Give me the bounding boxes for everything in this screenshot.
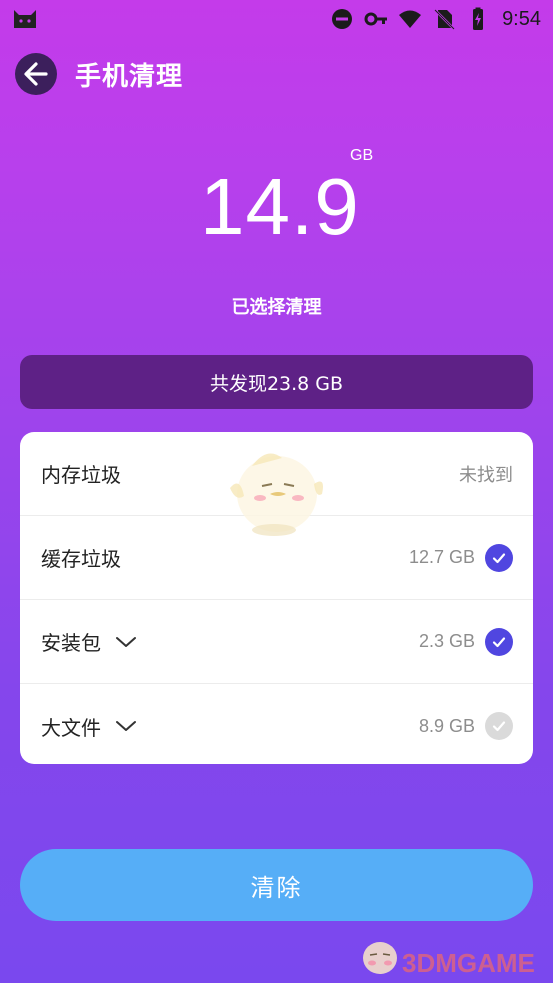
- checkbox-unchecked[interactable]: [485, 712, 513, 740]
- list-item-label: 安装包: [41, 631, 101, 655]
- checkmark-icon: [492, 636, 506, 647]
- dnd-icon: [332, 9, 353, 29]
- status-time: 9:54: [502, 7, 541, 30]
- chevron-down-icon[interactable]: [115, 635, 137, 649]
- list-item-size: 2.3 GB: [418, 631, 475, 651]
- mascot-image: [230, 453, 323, 536]
- list-item-label-wrap: 安装包: [41, 627, 137, 656]
- list-item-size: 12.7 GB: [408, 547, 475, 567]
- app-header: 手机清理: [15, 52, 183, 96]
- list-item-label-wrap: 大文件: [41, 712, 137, 741]
- 3dmgame-watermark-logo: 3DMGAME: [363, 942, 535, 978]
- selected-size-value: 14.9: [200, 162, 360, 251]
- checkmark-icon: [492, 721, 506, 732]
- checkmark-icon: [492, 552, 506, 563]
- status-bar: 9:54: [0, 0, 553, 38]
- found-summary-bar: 共发现23.8 GB: [20, 355, 533, 409]
- arrow-left-icon: [24, 62, 48, 86]
- svg-text:3DMGAME: 3DMGAME: [402, 948, 535, 978]
- selected-size-display: 14.9 GB: [0, 147, 553, 260]
- list-item-large-files[interactable]: 大文件 8.9 GB: [20, 684, 533, 764]
- checkbox-checked[interactable]: [485, 543, 513, 572]
- list-item-label: 内存垃圾: [41, 463, 121, 487]
- battery-charging-icon: [473, 7, 484, 30]
- list-item-label: 大文件: [41, 715, 101, 740]
- selected-label: 已选择清理: [231, 297, 322, 318]
- not-found-status: 未找到: [459, 464, 513, 486]
- key-icon: [364, 12, 388, 26]
- cat-app-icon: [14, 10, 36, 28]
- wifi-icon: [399, 10, 422, 28]
- page-title: 手机清理: [75, 61, 184, 92]
- chevron-down-icon[interactable]: [115, 719, 137, 733]
- list-item-label: 缓存垃圾: [41, 547, 121, 571]
- clear-button[interactable]: 清除: [20, 849, 533, 921]
- list-item-install-packages[interactable]: 安装包 2.3 GB: [20, 600, 533, 684]
- list-item-size: 8.9 GB: [418, 715, 475, 736]
- checkbox-checked[interactable]: [485, 627, 513, 656]
- selected-size-unit: GB: [350, 147, 374, 164]
- back-button[interactable]: [15, 53, 57, 95]
- no-sim-icon: [434, 9, 455, 30]
